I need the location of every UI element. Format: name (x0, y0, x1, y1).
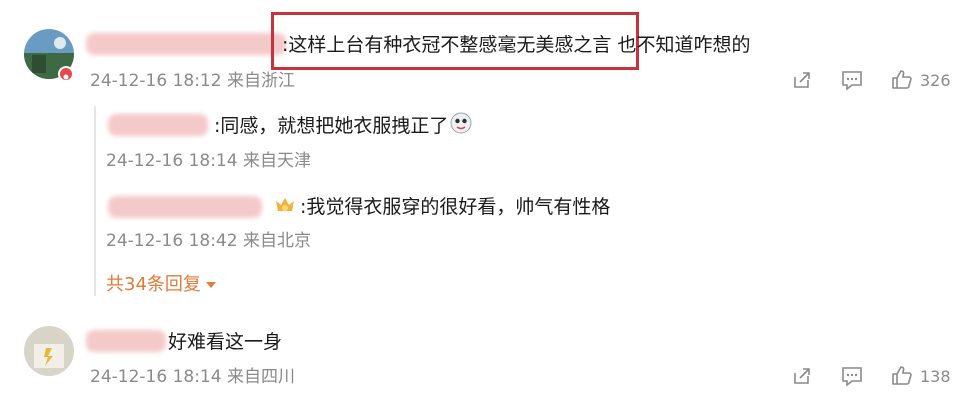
like-button[interactable] (888, 66, 916, 94)
reply-username[interactable] (108, 114, 208, 136)
reply-divider (94, 106, 96, 296)
reply-meta: 24-12-16 18:42 来自北京 (106, 231, 311, 251)
username[interactable] (86, 330, 166, 352)
reply-text: :同感，就想把她衣服拽正了 (214, 112, 472, 141)
share-button[interactable] (788, 66, 816, 94)
comment-meta: 24-12-16 18:12 来自浙江 (90, 71, 295, 91)
share-icon (794, 72, 810, 88)
triangle-down-icon (205, 282, 216, 288)
more-replies-label: 共34条回复 (106, 274, 201, 295)
emoji-icon (450, 112, 472, 141)
avatar[interactable] (24, 326, 74, 376)
comment-icon (842, 71, 862, 91)
like-icon (892, 70, 912, 89)
comment-text: :这样上台有种衣冠不整感毫无美感之言 也不知道咋想的 (282, 34, 751, 56)
like-button[interactable] (888, 362, 916, 390)
share-icon (794, 368, 810, 384)
comment-button[interactable] (838, 66, 866, 94)
reply-text: :我觉得衣服穿的很好看，帅气有性格 (300, 196, 611, 218)
crown-badge-icon (273, 193, 297, 217)
more-replies-link[interactable]: 共34条回复 (106, 273, 217, 297)
verified-badge-icon (58, 66, 74, 82)
like-count: 138 (920, 367, 951, 386)
reply-meta: 24-12-16 18:14 来自天津 (106, 151, 311, 171)
like-count: 326 (920, 71, 951, 90)
comment-icon (842, 367, 862, 387)
comment-text: 好难看这一身 (168, 331, 283, 353)
comment-button[interactable] (838, 362, 866, 390)
username[interactable] (86, 33, 286, 55)
share-button[interactable] (788, 362, 816, 390)
comment-meta: 24-12-16 18:14 来自四川 (90, 367, 295, 387)
reply-username[interactable] (108, 196, 262, 218)
like-icon (892, 366, 912, 385)
